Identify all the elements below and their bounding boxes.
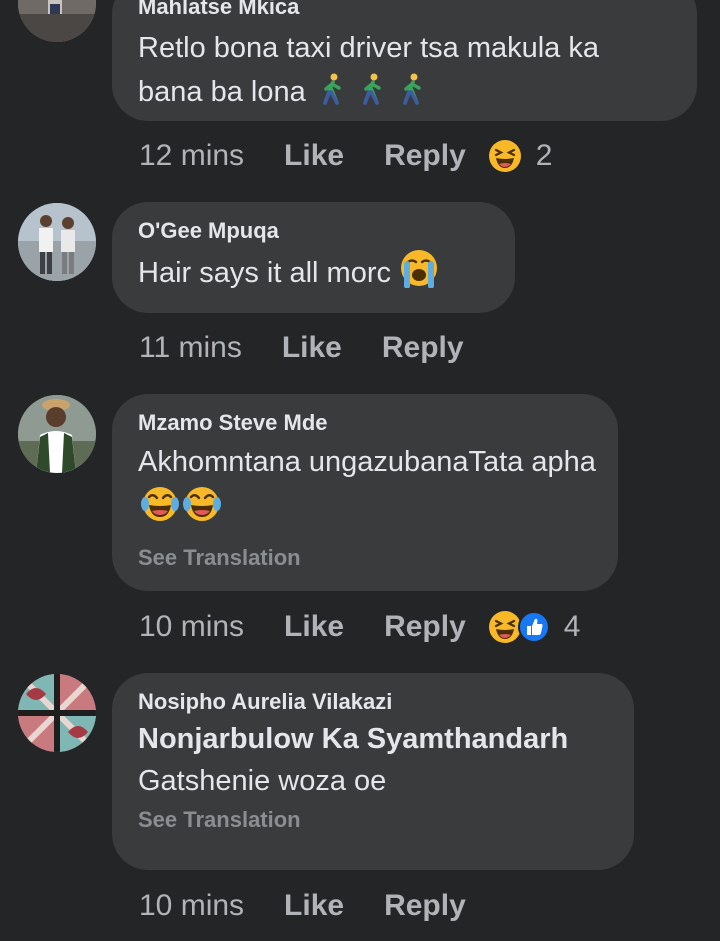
crying-face-icon [399, 248, 439, 301]
comment-text: Gatshenie woza oe [138, 759, 608, 803]
tears-of-joy-icon [140, 484, 180, 537]
comment-text: Hair says it all morc [138, 248, 489, 301]
see-translation-link[interactable]: See Translation [138, 805, 608, 835]
reaction-summary[interactable]: 2 [488, 139, 553, 173]
comment-timestamp[interactable]: 10 mins [139, 610, 244, 644]
comment-bubble: Nosipho Aurelia Vilakazi Nonjarbulow Ka … [112, 673, 634, 870]
person-walking-icon [400, 73, 426, 118]
laughing-face-icon [488, 610, 522, 644]
comment-bubble: Mzamo Steve Mde Akhomntana ungazubanaTat… [112, 394, 618, 591]
comment-actions: 12 mins Like Reply 2 [139, 134, 552, 178]
comment-text-content: Gatshenie woza oe [138, 765, 387, 797]
reaction-count: 2 [535, 139, 553, 172]
avatar[interactable] [18, 0, 96, 42]
comment-timestamp[interactable]: 12 mins [139, 139, 244, 173]
avatar[interactable] [18, 674, 96, 752]
comment-timestamp[interactable]: 11 mins [139, 331, 242, 365]
like-button[interactable]: Like [284, 139, 344, 173]
reply-button[interactable]: Reply [384, 610, 466, 644]
comment-author[interactable]: O'Gee Mpuqa [138, 216, 489, 246]
comment-author[interactable]: Mahlatse Mkica [138, 0, 671, 22]
comment-actions: 10 mins Like Reply [139, 884, 488, 928]
avatar[interactable] [18, 203, 96, 281]
person-walking-icon [360, 73, 386, 118]
avatar[interactable] [18, 395, 96, 473]
comment-author[interactable]: Mzamo Steve Mde [138, 408, 592, 438]
like-button[interactable]: Like [284, 889, 344, 923]
person-walking-icon [320, 73, 346, 118]
see-translation-link[interactable]: See Translation [138, 543, 592, 573]
tears-of-joy-icon [182, 484, 222, 537]
comment-text: Retlo bona taxi driver tsa makula ka ban… [138, 26, 671, 118]
comment-actions: 11 mins Like Reply [139, 326, 486, 370]
like-thumb-icon [517, 611, 550, 643]
laughing-face-icon [488, 139, 522, 173]
comment-text-content: Akhomntana ungazubanaTata apha [138, 446, 596, 478]
comment-timestamp[interactable]: 10 mins [139, 889, 244, 923]
reply-button[interactable]: Reply [382, 331, 464, 365]
comment-bubble: O'Gee Mpuqa Hair says it all morc [112, 202, 515, 313]
comment-bubble: Mahlatse Mkica Retlo bona taxi driver ts… [112, 0, 697, 121]
reaction-count: 4 [563, 610, 581, 643]
comment-text-content: Hair says it all morc [138, 257, 391, 289]
reply-button[interactable]: Reply [384, 889, 466, 923]
like-button[interactable]: Like [284, 610, 344, 644]
tagged-user-link[interactable]: Nonjarbulow Ka Syamthandarh [138, 719, 608, 759]
comment-text: Akhomntana ungazubanaTata apha [138, 440, 598, 537]
reaction-summary[interactable]: 4 [488, 610, 581, 644]
comment-actions: 10 mins Like Reply 4 [139, 605, 580, 649]
like-button[interactable]: Like [282, 331, 342, 365]
comment-author[interactable]: Nosipho Aurelia Vilakazi [138, 687, 608, 717]
reply-button[interactable]: Reply [384, 139, 466, 173]
